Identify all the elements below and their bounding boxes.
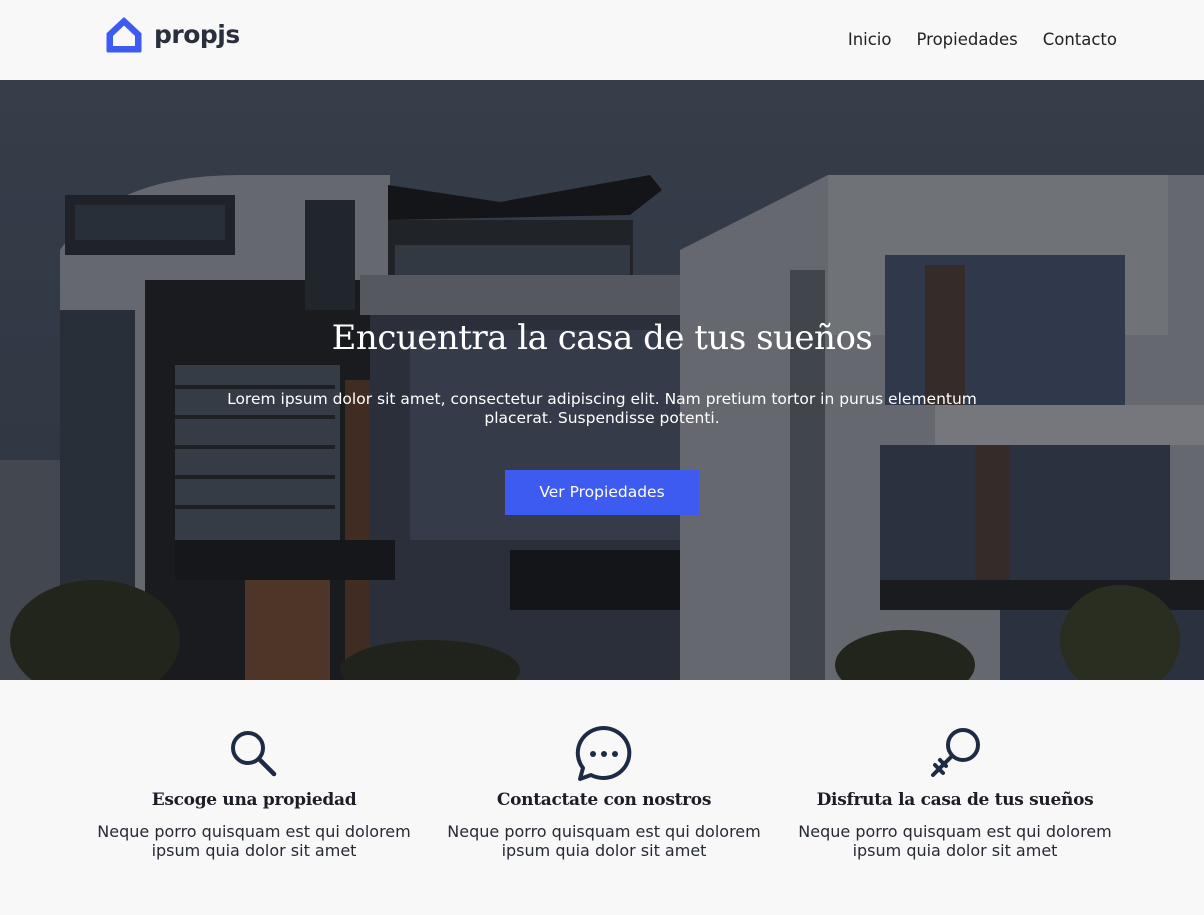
main-nav: Inicio Propiedades Contacto [823, 30, 1117, 49]
features-section: Escoge una propiedad Neque porro quisqua… [0, 680, 1204, 915]
feature-text: Neque porro quisquam est qui dolorem ips… [798, 822, 1112, 860]
brand-logo[interactable]: propjs [104, 15, 240, 55]
nav-link-inicio[interactable]: Inicio [848, 30, 892, 49]
search-icon [231, 731, 277, 777]
feature-title: Escoge una propiedad [151, 790, 357, 810]
hero-title: Encuentra la casa de tus sueños [331, 318, 873, 358]
chat-icon [575, 725, 632, 781]
hero-content: Encuentra la casa de tus sueños Lorem ip… [0, 318, 1204, 515]
hero-section: Encuentra la casa de tus sueños Lorem ip… [0, 80, 1204, 680]
feature-choose-property: Escoge una propiedad Neque porro quisqua… [84, 724, 424, 860]
feature-title: Disfruta la casa de tus sueños [816, 790, 1094, 810]
site-header: propjs Inicio Propiedades Contacto [0, 0, 1204, 80]
nav-link-contacto[interactable]: Contacto [1043, 30, 1117, 49]
nav-link-propiedades[interactable]: Propiedades [917, 30, 1018, 49]
key-icon [931, 728, 980, 777]
house-icon [106, 17, 142, 53]
hero-description: Lorem ipsum dolor sit amet, consectetur … [227, 390, 977, 427]
brand-name: propjs [154, 19, 240, 49]
view-properties-button[interactable]: Ver Propiedades [505, 470, 699, 515]
feature-text: Neque porro quisquam est qui dolorem ips… [447, 822, 761, 860]
feature-text: Neque porro quisquam est qui dolorem ips… [97, 822, 411, 860]
feature-enjoy-home: Disfruta la casa de tus sueños Neque por… [785, 724, 1125, 860]
feature-title: Contactate con nostros [496, 790, 712, 810]
feature-contact-us: Contactate con nostros Neque porro quisq… [434, 724, 774, 860]
